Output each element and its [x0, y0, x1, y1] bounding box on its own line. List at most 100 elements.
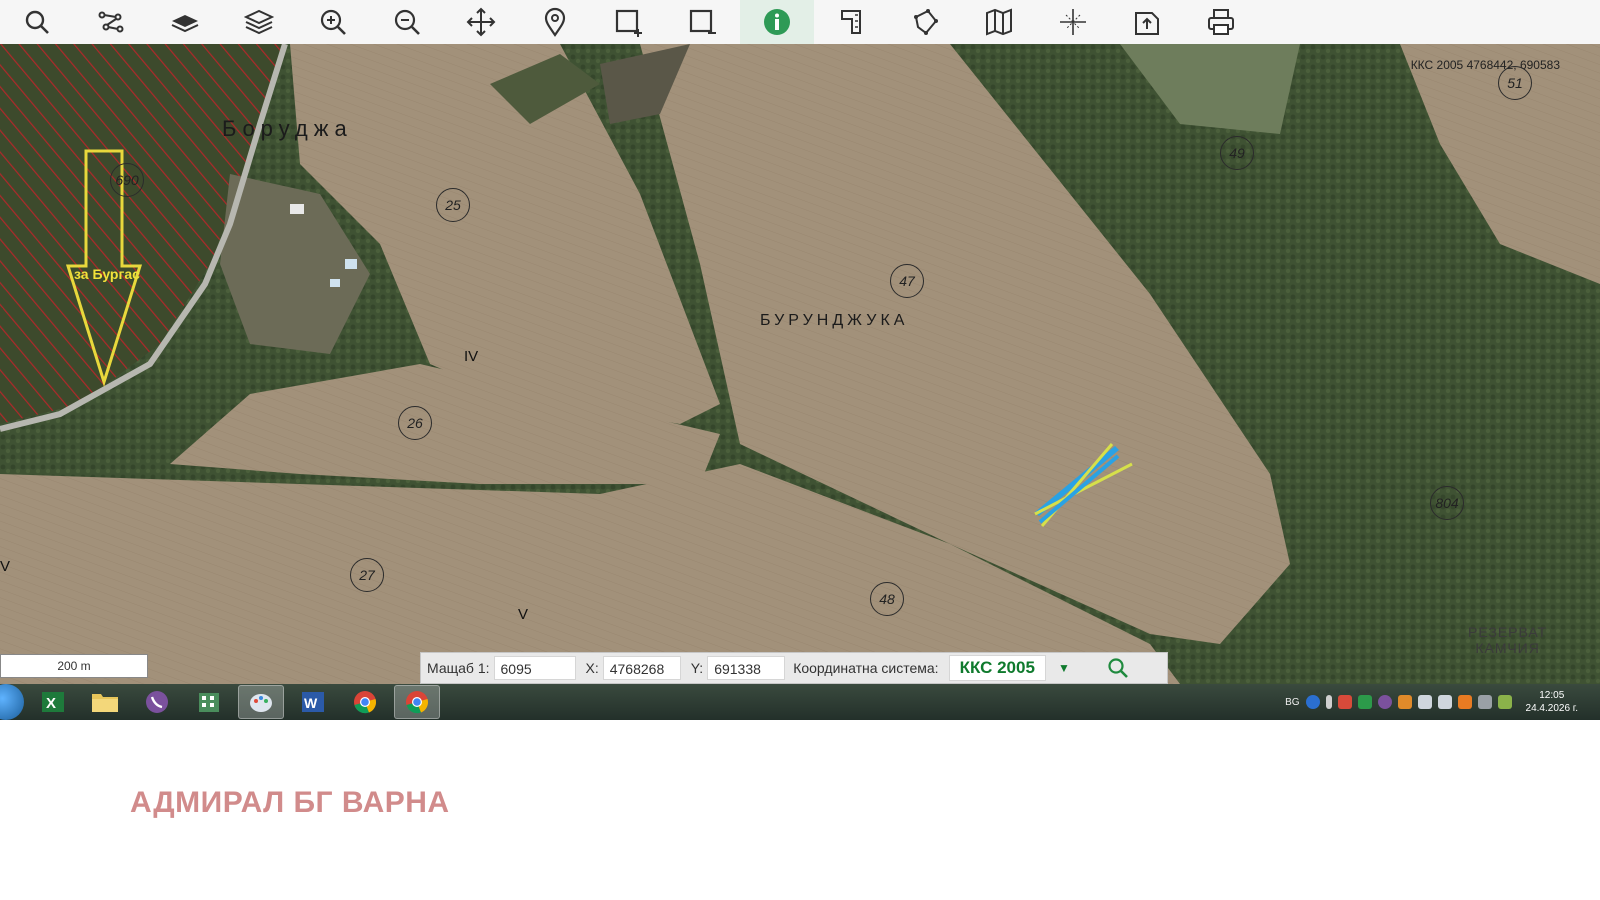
print-button[interactable]: [1184, 0, 1258, 44]
polygon-button[interactable]: [888, 0, 962, 44]
chrome-icon: [406, 691, 428, 714]
parcel-marker[interactable]: 26: [398, 406, 432, 440]
reserve-label: РЕЗЕРВАТ КАМЧИЯ: [1468, 624, 1548, 656]
clock[interactable]: 12:05 24.4.2026 г.: [1526, 689, 1578, 715]
excel-icon: X: [42, 692, 64, 712]
parcel-marker[interactable]: 47: [890, 264, 924, 298]
word-taskbar-button[interactable]: W: [290, 685, 336, 719]
language-indicator[interactable]: BG: [1285, 697, 1299, 708]
direction-label: за Бургас: [74, 266, 140, 282]
antivirus-icon[interactable]: [1337, 695, 1352, 709]
y-label: Y:: [690, 660, 704, 676]
zone-label: V: [0, 558, 11, 575]
battery-icon[interactable]: [1325, 695, 1332, 709]
building-app-taskbar-button[interactable]: [186, 685, 232, 719]
start-button[interactable]: [0, 684, 24, 720]
excel-taskbar-button[interactable]: X: [30, 685, 76, 719]
chrome-taskbar-button-2[interactable]: [394, 685, 440, 719]
zoom-out-icon: [394, 9, 420, 35]
base-layer-button[interactable]: [148, 0, 222, 44]
measure-button[interactable]: [814, 0, 888, 44]
map-button[interactable]: [962, 0, 1036, 44]
search-button[interactable]: [0, 0, 74, 44]
map-view[interactable]: ККС 2005 4768442, 690583 Боруджа БУРУНДЖ…: [0, 44, 1600, 684]
crosshair-icon: [1060, 9, 1086, 35]
x-label: X:: [585, 660, 599, 676]
pan-icon: [466, 7, 496, 37]
village-label: Боруджа: [222, 116, 353, 141]
map-icon: [986, 8, 1012, 36]
system-tray: BG 12:05 24.4.2026 г.: [1285, 684, 1578, 720]
windows-taskbar: X W BG 12:05 24.4.2026 г.: [0, 684, 1600, 720]
tool-tray-icon[interactable]: [1397, 695, 1412, 709]
parcel-marker[interactable]: 690: [110, 163, 144, 197]
parcel-marker[interactable]: 49: [1220, 136, 1254, 170]
word-icon: W: [302, 692, 324, 712]
help-icon[interactable]: [1305, 695, 1320, 709]
parcel-marker[interactable]: 48: [870, 582, 904, 616]
scale-label: Мащаб 1:: [427, 660, 490, 676]
folder-icon: [92, 694, 118, 712]
map-toolbar: [0, 0, 1600, 45]
y-input[interactable]: 691338: [707, 656, 786, 680]
zone-label: V: [518, 606, 529, 623]
search-icon: [25, 10, 49, 34]
chrome-taskbar-button[interactable]: [342, 685, 388, 719]
pan-button[interactable]: [444, 0, 518, 44]
x-input[interactable]: 4768268: [602, 656, 681, 680]
zone-label: IV: [464, 348, 479, 365]
route-icon: [98, 11, 124, 33]
crosshair-button[interactable]: [1036, 0, 1110, 44]
add-rect-icon: [615, 9, 642, 37]
zoom-out-button[interactable]: [370, 0, 444, 44]
paint-icon: [250, 694, 272, 712]
company-caption: АДМИРАЛ БГ ВАРНА: [130, 786, 450, 819]
add-rect-button[interactable]: [592, 0, 666, 44]
viber-taskbar-button[interactable]: [134, 685, 180, 719]
chrome-icon: [354, 691, 376, 714]
search-icon: [1108, 658, 1128, 678]
paint-taskbar-button[interactable]: [238, 685, 284, 719]
svg-text:W: W: [304, 695, 318, 711]
layers-button[interactable]: [222, 0, 296, 44]
parcel-marker[interactable]: 27: [350, 558, 384, 592]
display-tray-icon[interactable]: [1417, 695, 1432, 709]
info-button[interactable]: [740, 0, 814, 44]
route-button[interactable]: [74, 0, 148, 44]
measure-icon: [841, 10, 861, 34]
crs-label: Координатна система:: [793, 660, 939, 676]
clock-date: 24.4.2026 г.: [1525, 703, 1578, 714]
zoom-in-button[interactable]: [296, 0, 370, 44]
app-tray-icon[interactable]: [1357, 695, 1372, 709]
flag-tray-icon[interactable]: [1457, 695, 1472, 709]
parcel-marker[interactable]: 804: [1430, 486, 1464, 520]
remove-rect-icon: [689, 9, 716, 34]
export-icon: [1135, 12, 1159, 35]
app2-tray-icon[interactable]: [1497, 695, 1512, 709]
volume-icon[interactable]: [1477, 695, 1492, 709]
viber-tray-icon[interactable]: [1377, 695, 1392, 709]
info-icon: [764, 9, 790, 35]
pin-button[interactable]: [518, 0, 592, 44]
coordinate-bar: Мащаб 1: 6095 X: 4768268 Y: 691338 Коорд…: [420, 652, 1168, 684]
export-button[interactable]: [1110, 0, 1184, 44]
parcel-marker[interactable]: 25: [436, 188, 470, 222]
layer-icon: [171, 15, 199, 33]
viber-icon: [146, 691, 168, 713]
remove-rect-button[interactable]: [666, 0, 740, 44]
zoom-in-icon: [320, 9, 346, 35]
layers-icon: [244, 9, 274, 35]
coordinate-search-button[interactable]: [1106, 656, 1130, 680]
print-icon: [1208, 9, 1234, 35]
svg-text:X: X: [46, 695, 56, 712]
scale-input[interactable]: 6095: [493, 656, 576, 680]
explorer-taskbar-button[interactable]: [82, 685, 128, 719]
network-tray-icon[interactable]: [1437, 695, 1452, 709]
chevron-down-icon[interactable]: ▼: [1058, 661, 1070, 675]
coordinate-readout: ККС 2005 4768442, 690583: [1410, 58, 1560, 72]
scale-bar: 200 m: [0, 654, 148, 678]
crs-select[interactable]: ККС 2005: [948, 655, 1046, 681]
parcel-marker[interactable]: 51: [1498, 66, 1532, 100]
pin-icon: [544, 7, 566, 37]
clock-time: 12:05: [1539, 690, 1565, 701]
